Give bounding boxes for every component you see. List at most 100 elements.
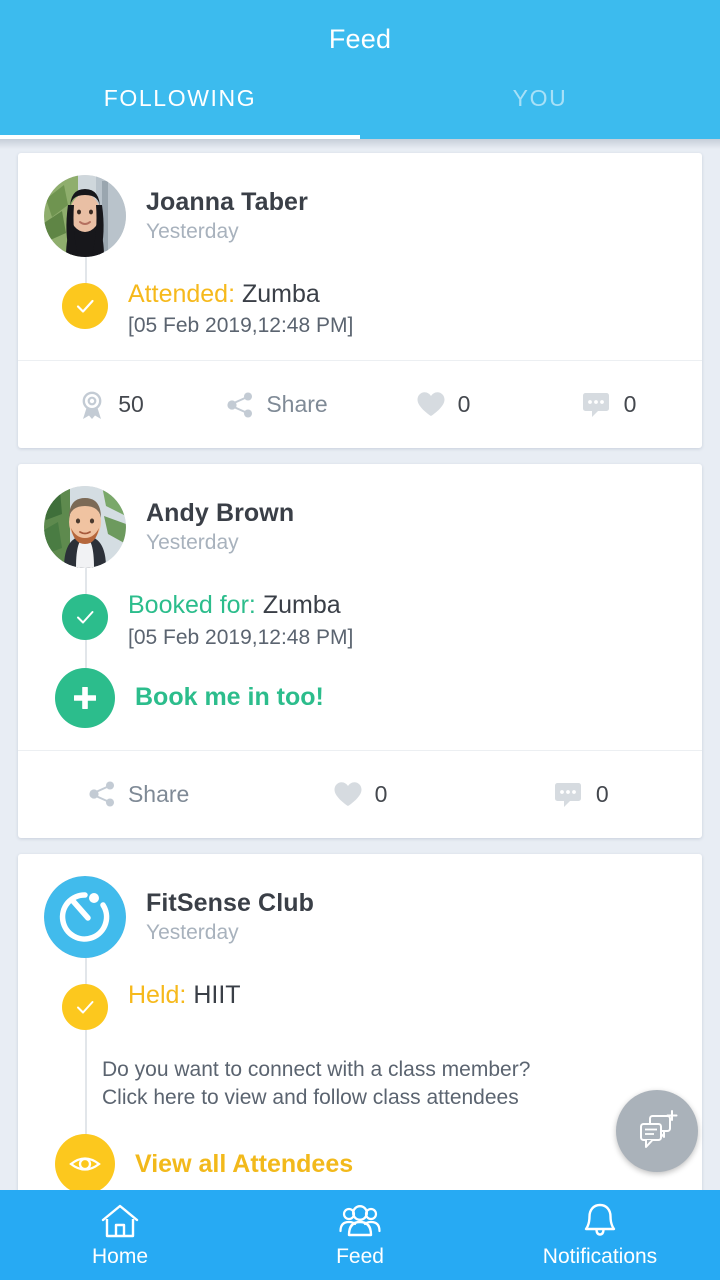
check-icon [76, 299, 94, 313]
post-status-text: Held: HIIT [128, 978, 241, 1011]
app-header: Feed FOLLOWING YOU [0, 0, 720, 139]
attendees-action[interactable]: 50 [28, 390, 194, 420]
avatar-photo-woman [44, 175, 126, 257]
post-body: FitSense Club Yesterday Held: HIIT Do yo… [18, 854, 702, 1190]
share-icon [89, 781, 114, 807]
status-check-badge [62, 283, 108, 329]
view-all-attendees-button[interactable]: View all Attendees [44, 1134, 676, 1190]
bottom-navigation: Home Feed Notifications [0, 1190, 720, 1280]
feed-post-card[interactable]: Joanna Taber Yesterday Attended: Zumba [… [18, 153, 702, 449]
plus-badge [55, 667, 115, 728]
share-icon [227, 392, 253, 418]
post-status-row: Held: HIIT [44, 978, 676, 1030]
post-header: Andy Brown Yesterday [44, 486, 676, 569]
post-status-line: Held: HIIT [128, 980, 241, 1011]
post-header: FitSense Club Yesterday [44, 875, 676, 958]
post-status-line: Attended: Zumba [128, 279, 353, 310]
nav-item-feed[interactable]: Feed [240, 1190, 480, 1280]
post-status-line: Booked for: Zumba [128, 590, 353, 621]
heart-icon [334, 781, 362, 806]
comment-count: 0 [623, 391, 637, 418]
nav-label-feed: Feed [336, 1245, 384, 1268]
post-time: Yesterday [146, 220, 239, 243]
avatar-photo-man [44, 486, 126, 569]
avatar[interactable] [44, 175, 126, 257]
eye-icon [69, 1157, 101, 1171]
share-action[interactable]: Share [28, 780, 249, 808]
plus-icon [74, 686, 96, 709]
comment-icon [582, 393, 609, 418]
check-icon [77, 611, 94, 624]
comment-count: 0 [595, 780, 609, 807]
like-count: 0 [374, 780, 388, 807]
post-author-name: FitSense Club [146, 888, 314, 917]
feed-post-card[interactable]: FitSense Club Yesterday Held: HIIT Do yo… [18, 853, 702, 1190]
view-all-attendees-label: View all Attendees [135, 1149, 354, 1178]
heart-icon [417, 392, 445, 417]
home-icon [101, 1204, 139, 1238]
status-check-badge [62, 594, 108, 641]
eye-badge [55, 1134, 115, 1190]
feed-scroll-area[interactable]: Joanna Taber Yesterday Attended: Zumba [… [0, 139, 720, 1190]
comment-action[interactable]: 0 [471, 781, 692, 808]
post-header: Joanna Taber Yesterday [44, 175, 676, 257]
post-author-name: Joanna Taber [146, 188, 308, 216]
post-status-label: Booked for: [128, 591, 256, 620]
post-status-label: Attended: [128, 280, 236, 308]
post-status-value: HIIT [193, 980, 241, 1009]
post-body: Andy Brown Yesterday Booked for: Zumba [… [18, 464, 702, 749]
post-status-value: Zumba [262, 591, 341, 620]
nav-label-notifications: Notifications [542, 1245, 658, 1268]
post-status-text: Booked for: Zumba [05 Feb 2019,12:48 PM] [128, 588, 353, 649]
comment-icon [554, 782, 581, 807]
header-shadow [0, 139, 720, 149]
post-body: Joanna Taber Yesterday Attended: Zumba [… [18, 153, 702, 360]
attendees-count: 50 [118, 391, 144, 418]
post-author-block: FitSense Club Yesterday [146, 889, 314, 945]
post-action-bar: 50 Share 0 0 [18, 360, 702, 448]
like-action[interactable]: 0 [249, 781, 470, 808]
chat-plus-icon [640, 1110, 678, 1148]
post-action-bar: Share 0 0 [18, 749, 702, 838]
post-time: Yesterday [146, 531, 239, 555]
tab-bar: FOLLOWING YOU [0, 77, 720, 139]
book-me-in-button[interactable]: Book me in too! [44, 667, 676, 728]
post-status-text: Attended: Zumba [05 Feb 2019,12:48 PM] [128, 277, 353, 338]
like-count: 0 [457, 391, 471, 418]
post-time: Yesterday [146, 920, 239, 944]
award-badge-icon [82, 391, 102, 419]
post-info-line-2: Click here to view and follow class atte… [102, 1085, 519, 1109]
post-info-text: Do you want to connect with a class memb… [102, 1056, 676, 1113]
post-status-row: Attended: Zumba [05 Feb 2019,12:48 PM] [44, 277, 676, 338]
post-status-row: Booked for: Zumba [05 Feb 2019,12:48 PM] [44, 588, 676, 649]
share-label: Share [127, 780, 190, 807]
status-check-badge [62, 983, 108, 1030]
nav-label-home: Home [91, 1245, 149, 1268]
post-author-block: Joanna Taber Yesterday [146, 188, 308, 244]
avatar-logo-stopwatch [44, 875, 126, 958]
avatar[interactable] [44, 486, 126, 569]
post-author-block: Andy Brown Yesterday [146, 499, 294, 555]
tab-following[interactable]: FOLLOWING [0, 77, 360, 139]
post-author-name: Andy Brown [146, 499, 295, 528]
share-label: Share [266, 391, 328, 418]
new-message-fab[interactable] [616, 1090, 698, 1172]
comment-action[interactable]: 0 [526, 391, 692, 418]
nav-item-home[interactable]: Home [0, 1190, 240, 1280]
book-me-in-label: Book me in too! [135, 683, 324, 711]
post-timestamp: [05 Feb 2019,12:48 PM] [128, 625, 354, 649]
people-icon [339, 1204, 381, 1237]
nav-item-notifications[interactable]: Notifications [480, 1190, 720, 1280]
avatar[interactable] [44, 875, 126, 958]
post-timestamp: [05 Feb 2019,12:48 PM] [128, 314, 354, 338]
check-icon [77, 1000, 94, 1013]
page-title: Feed [328, 24, 392, 54]
post-info-line-1: Do you want to connect with a class memb… [102, 1057, 531, 1081]
post-status-value: Zumba [241, 280, 320, 308]
share-action[interactable]: Share [194, 391, 360, 419]
like-action[interactable]: 0 [360, 391, 526, 418]
tab-you[interactable]: YOU [360, 77, 720, 139]
feed-post-card[interactable]: Andy Brown Yesterday Booked for: Zumba [… [18, 464, 702, 838]
post-status-label: Held: [128, 980, 187, 1009]
bell-icon [584, 1203, 616, 1236]
